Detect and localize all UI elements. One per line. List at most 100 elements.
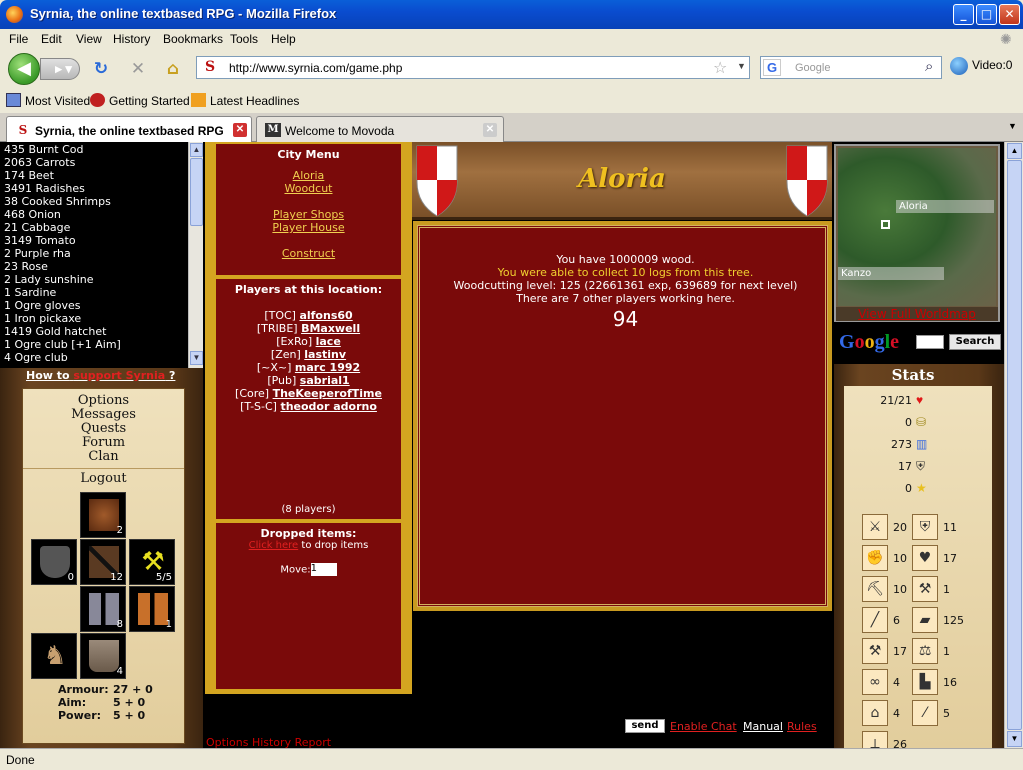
health-skill-icon[interactable]: ♥ <box>912 545 938 571</box>
reload-icon[interactable]: ↻ <box>91 59 111 79</box>
manual-link[interactable]: Manual <box>743 720 783 733</box>
thieving-skill-icon[interactable]: ∞ <box>862 669 888 695</box>
body-slot[interactable]: 12 <box>80 539 126 585</box>
inventory-item[interactable]: 4 Ogre club <box>4 351 188 364</box>
inventory-item[interactable]: 21 Cabbage <box>4 221 188 234</box>
drop-items-link[interactable]: Click here <box>249 540 299 551</box>
city-link-aloria[interactable]: Aloria <box>216 169 401 182</box>
inventory-item[interactable]: 2 Lady sunshine <box>4 273 188 286</box>
menu-tools[interactable]: Tools <box>230 32 258 46</box>
view-worldmap-link[interactable]: View Full Worldmap <box>836 307 998 321</box>
scroll-up-icon[interactable]: ▲ <box>1007 143 1022 159</box>
shield-slot[interactable]: 0 <box>31 539 77 585</box>
bookmark-latest-headlines[interactable]: Latest Headlines <box>210 94 299 108</box>
page-scrollbar[interactable]: ▲ ▼ <box>1004 142 1023 748</box>
player-name-link[interactable]: sabrial1 <box>300 374 350 387</box>
support-link[interactable]: How to support Syrnia ? <box>26 369 175 382</box>
scroll-down-icon[interactable]: ▼ <box>1007 731 1022 747</box>
move-input[interactable]: 1 <box>310 563 337 576</box>
nav-options[interactable]: Options <box>23 393 184 408</box>
url-bar[interactable]: S http://www.syrnia.com/game.php ☆ ▼ <box>196 56 750 79</box>
inventory-item[interactable]: 3149 Tomato <box>4 234 188 247</box>
minimize-button[interactable]: _ <box>953 4 974 25</box>
inventory-item[interactable]: 1 Ogre gloves <box>4 299 188 312</box>
url-dropdown-icon[interactable]: ▼ <box>737 61 746 71</box>
forward-button[interactable]: ▸ ▾ <box>40 58 80 80</box>
chat-options-links[interactable]: Options History Report <box>206 736 331 748</box>
weapon-slot[interactable]: ⚒ 5/5 <box>129 539 175 585</box>
smithing-skill-icon[interactable]: ⚒ <box>912 576 938 602</box>
menu-view[interactable]: View <box>76 32 102 46</box>
horse-slot[interactable]: ♞ <box>31 633 77 679</box>
bookmark-most-visited[interactable]: Most Visited <box>25 94 90 108</box>
stop-icon[interactable]: ✕ <box>128 59 148 79</box>
tab-list-icon[interactable]: ▼ <box>1008 121 1017 131</box>
scroll-down-icon[interactable]: ▼ <box>190 351 203 365</box>
inventory-item[interactable]: 468 Onion <box>4 208 188 221</box>
search-bar[interactable]: G Google ⌕ <box>760 56 942 79</box>
city-link-player-shops[interactable]: Player Shops <box>216 208 401 221</box>
search-icon[interactable]: ⌕ <box>925 58 933 75</box>
google-engine-icon[interactable]: G <box>763 59 781 76</box>
inventory-item[interactable]: 174 Beet <box>4 169 188 182</box>
menu-edit[interactable]: Edit <box>41 32 62 46</box>
inventory-item[interactable]: 3491 Radishes <box>4 182 188 195</box>
close-button[interactable]: ✕ <box>999 4 1020 25</box>
scroll-thumb[interactable] <box>1007 160 1022 730</box>
search-placeholder[interactable]: Google <box>795 62 830 74</box>
rules-link[interactable]: Rules <box>787 720 817 733</box>
inventory-item[interactable]: 435 Burnt Cod <box>4 143 188 156</box>
enable-chat-link[interactable]: Enable Chat <box>670 720 737 733</box>
tab-syrnia[interactable]: S Syrnia, the online textbased RPG ✕ <box>6 116 252 143</box>
close-tab-icon[interactable]: ✕ <box>233 123 247 137</box>
maximize-button[interactable]: □ <box>976 4 997 25</box>
constructing-skill-icon[interactable]: ⚒ <box>862 638 888 664</box>
player-name-link[interactable]: marc 1992 <box>295 361 360 374</box>
inventory-item[interactable]: 23 Rose <box>4 260 188 273</box>
inventory-item[interactable]: 1 Ogre club [+1 Aim] <box>4 338 188 351</box>
trading-skill-icon[interactable]: ⚖ <box>912 638 938 664</box>
city-link-woodcut[interactable]: Woodcut <box>216 182 401 195</box>
nav-quests[interactable]: Quests <box>23 421 184 436</box>
speed-skill-icon[interactable]: ▙ <box>912 669 938 695</box>
player-name-link[interactable]: BMaxwell <box>301 322 360 335</box>
legs-slot[interactable]: 8 <box>80 586 126 632</box>
helmet-slot[interactable]: 2 <box>80 492 126 538</box>
player-name-link[interactable]: lastinv <box>304 348 346 361</box>
google-search-button[interactable]: Search <box>949 334 1001 350</box>
defence-skill-icon[interactable]: ⛨ <box>912 514 938 540</box>
city-link-player-house[interactable]: Player House <box>216 221 401 234</box>
player-name-link[interactable]: theodor adorno <box>280 400 376 413</box>
attack-skill-icon[interactable]: ⚔ <box>862 514 888 540</box>
fishing-skill-icon[interactable]: ╱ <box>862 607 888 633</box>
send-button[interactable]: send <box>625 719 665 733</box>
cooking-skill-icon[interactable]: ⌂ <box>862 700 888 726</box>
scroll-up-icon[interactable]: ▲ <box>190 143 203 157</box>
bookmark-getting-started[interactable]: Getting Started <box>109 94 190 108</box>
nav-forum[interactable]: Forum <box>23 435 184 450</box>
close-tab-icon[interactable]: ✕ <box>483 123 497 137</box>
tab-movoda[interactable]: M Welcome to Movoda ✕ <box>256 116 504 142</box>
menu-file[interactable]: File <box>9 32 28 46</box>
support-syrnia-link[interactable]: support Syrnia <box>73 369 165 382</box>
city-link-construct[interactable]: Construct <box>216 247 401 260</box>
nav-logout[interactable]: Logout <box>23 468 184 486</box>
player-name-link[interactable]: lace <box>316 335 341 348</box>
map-image[interactable]: Aloria Kanzo <box>838 148 996 306</box>
strength-skill-icon[interactable]: ✊ <box>862 545 888 571</box>
url-text[interactable]: http://www.syrnia.com/game.php <box>229 61 402 75</box>
boots-slot[interactable]: 4 <box>80 633 126 679</box>
inventory-item[interactable]: 38 Cooked Shrimps <box>4 195 188 208</box>
inventory-item[interactable]: 2 Purple rha <box>4 247 188 260</box>
scroll-thumb[interactable] <box>190 158 203 226</box>
menu-bookmarks[interactable]: Bookmarks <box>163 32 223 46</box>
inventory-item[interactable]: 1419 Gold hatchet <box>4 325 188 338</box>
mining-skill-icon[interactable]: ⛏ <box>862 576 888 602</box>
video-status[interactable]: Video:0 <box>950 57 1012 75</box>
menu-help[interactable]: Help <box>271 32 296 46</box>
fletching-skill-icon[interactable]: ⁄ <box>912 700 938 726</box>
player-name-link[interactable]: alfons60 <box>299 309 352 322</box>
home-icon[interactable]: ⌂ <box>163 59 183 79</box>
inventory-scrollbar[interactable]: ▲ ▼ <box>188 142 203 368</box>
gloves-slot[interactable]: 1 <box>129 586 175 632</box>
